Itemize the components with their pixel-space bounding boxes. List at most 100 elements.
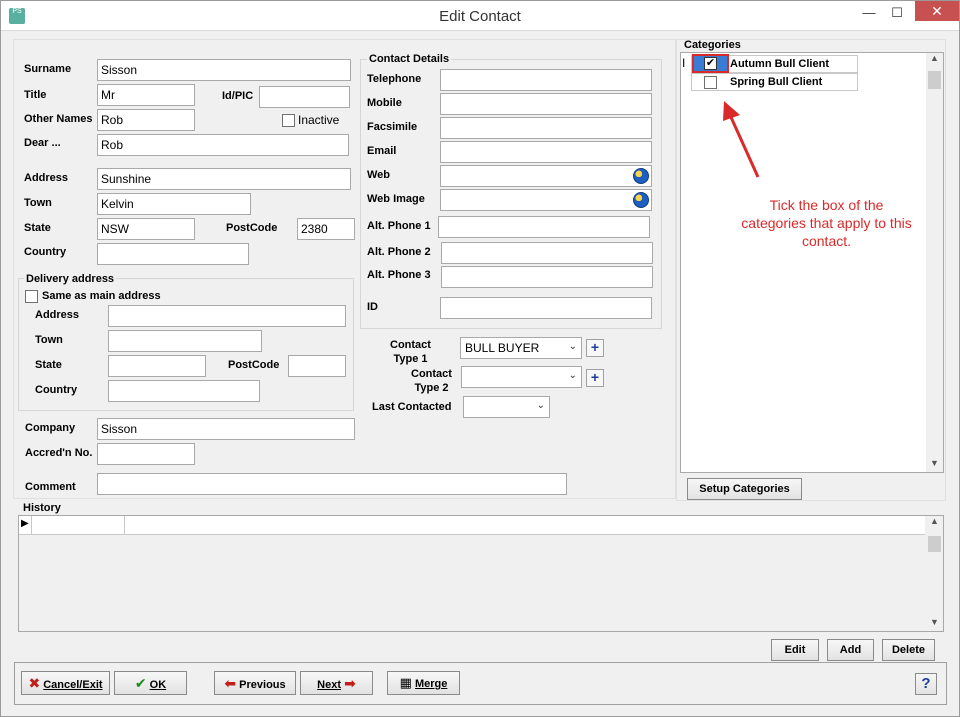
history-cell[interactable] [31, 516, 125, 534]
ok-button[interactable]: ✔ OK [114, 671, 187, 695]
previous-button[interactable]: ⬅ Previous [214, 671, 296, 695]
next-label: Next [317, 679, 342, 691]
state-field[interactable]: NSW [97, 218, 195, 240]
scroll-thumb[interactable] [928, 71, 941, 89]
idpic-field[interactable] [259, 86, 350, 108]
postcode-field[interactable]: 2380 [297, 218, 355, 240]
scroll-up-icon[interactable]: ▲ [926, 53, 943, 67]
previous-label: Previous [239, 679, 286, 691]
town-field[interactable]: Kelvin [97, 193, 251, 215]
title-bar: PS Edit Contact — ☐ ✕ [1, 1, 959, 31]
delivery-address-heading: Delivery address [24, 273, 117, 285]
add-contact-type-1-button[interactable]: + [586, 339, 604, 357]
arrow-left-icon: ⬅ [224, 675, 237, 691]
delivery-postcode-label: PostCode [228, 359, 280, 371]
scroll-down-icon[interactable]: ▼ [926, 617, 943, 631]
telephone-field[interactable] [440, 69, 652, 91]
web-field[interactable] [440, 165, 652, 187]
mobile-field[interactable] [440, 93, 652, 115]
comment-label: Comment [25, 481, 76, 493]
comment-field[interactable] [97, 473, 567, 495]
alt-phone-2-field[interactable] [441, 242, 653, 264]
contact-type-1-label: Contact Type 1 [390, 338, 431, 366]
categories-scrollbar[interactable]: ▲ ▼ [926, 53, 943, 472]
same-as-main-label: Same as main address [42, 290, 161, 302]
facsimile-field[interactable] [440, 117, 652, 139]
category-row-autumn[interactable]: ✔ Autumn Bull Client [691, 54, 858, 73]
history-scrollbar[interactable]: ▲ ▼ [926, 516, 943, 631]
address-label: Address [24, 172, 69, 184]
row-marker-icon: ▶ [21, 518, 29, 529]
id-field[interactable] [440, 297, 652, 319]
email-label: Email [367, 145, 397, 157]
scroll-down-icon[interactable]: ▼ [926, 458, 943, 472]
window-title: Edit Contact [439, 8, 521, 25]
edit-contact-window: PS Edit Contact — ☐ ✕ Surname Sisson Tit… [0, 0, 960, 717]
other-names-field[interactable]: Rob [97, 109, 195, 131]
alt-phone-1-label: Alt. Phone 1 [367, 220, 431, 232]
delivery-country-field[interactable] [108, 380, 260, 402]
arrow-right-icon: ➡ [344, 675, 356, 691]
history-delete-button[interactable]: Delete [882, 639, 935, 661]
delivery-country-label: Country [35, 384, 78, 396]
maximize-button[interactable]: ☐ [887, 5, 907, 21]
country-field[interactable] [97, 243, 249, 265]
contact-details-heading: Contact Details [367, 53, 452, 65]
category-label-autumn: Autumn Bull Client [730, 58, 829, 70]
setup-categories-button[interactable]: Setup Categories [687, 478, 802, 500]
scroll-up-icon[interactable]: ▲ [926, 516, 943, 530]
add-contact-type-2-button[interactable]: + [586, 369, 604, 387]
same-as-main-checkbox[interactable] [25, 290, 38, 303]
delivery-address-label: Address [35, 309, 80, 321]
contact-type-1-value: BULL BUYER [465, 341, 540, 355]
id-label: ID [367, 301, 378, 313]
title-field[interactable]: Mr [97, 84, 195, 106]
alt-phone-1-field[interactable] [438, 216, 650, 238]
cancel-exit-label: Cancel/Exit [43, 679, 103, 691]
merge-icon: ▦ [399, 675, 412, 690]
contact-type-2-select[interactable]: ⌄ [461, 366, 582, 388]
inactive-label: Inactive [298, 113, 340, 127]
chevron-down-icon: ⌄ [536, 400, 545, 411]
delivery-town-label: Town [35, 334, 63, 346]
close-button[interactable]: ✕ [915, 1, 959, 21]
surname-field[interactable]: Sisson [97, 59, 351, 81]
history-add-button[interactable]: Add [827, 639, 874, 661]
accred-field[interactable] [97, 443, 195, 465]
delivery-town-field[interactable] [108, 330, 262, 352]
company-label: Company [25, 422, 76, 434]
history-edit-button[interactable]: Edit [771, 639, 819, 661]
contact-type-1-select[interactable]: BULL BUYER ⌄ [460, 337, 582, 359]
dear-field[interactable]: Rob [97, 134, 349, 156]
delivery-state-field[interactable] [108, 355, 206, 377]
history-row[interactable]: ▶ [19, 516, 925, 535]
web-image-globe-icon[interactable] [633, 192, 649, 208]
company-field[interactable]: Sisson [97, 418, 355, 440]
web-image-field[interactable] [440, 189, 652, 211]
inactive-checkbox[interactable] [282, 114, 295, 127]
category-checkbox-spring[interactable] [704, 76, 717, 89]
country-label: Country [24, 246, 67, 258]
scroll-thumb[interactable] [928, 536, 941, 552]
last-contacted-select[interactable]: ⌄ [463, 396, 550, 418]
web-globe-icon[interactable] [633, 168, 649, 184]
merge-button[interactable]: ▦ Merge [387, 671, 460, 695]
contact-type-2-label: Contact Type 2 [411, 367, 452, 395]
minimize-button[interactable]: — [859, 5, 879, 21]
email-field[interactable] [440, 141, 652, 163]
history-heading: History [23, 502, 61, 514]
contact-type-2-label-line2: Type 2 [414, 382, 449, 394]
cancel-exit-button[interactable]: ✖ Cancel/Exit [21, 671, 110, 695]
alt-phone-3-field[interactable] [441, 266, 653, 288]
help-button[interactable]: ? [915, 673, 937, 695]
annotation-arrow-icon [723, 101, 760, 178]
category-row-spring[interactable]: Spring Bull Client [691, 73, 858, 91]
delivery-state-label: State [35, 359, 62, 371]
chevron-down-icon: ⌄ [568, 370, 577, 381]
categories-annotation: Tick the box of the categories that appl… [741, 197, 912, 249]
delivery-postcode-field[interactable] [288, 355, 346, 377]
delivery-address-field[interactable] [108, 305, 346, 327]
address-field[interactable]: Sunshine [97, 168, 351, 190]
next-button[interactable]: Next ➡ [300, 671, 373, 695]
town-label: Town [24, 197, 52, 209]
